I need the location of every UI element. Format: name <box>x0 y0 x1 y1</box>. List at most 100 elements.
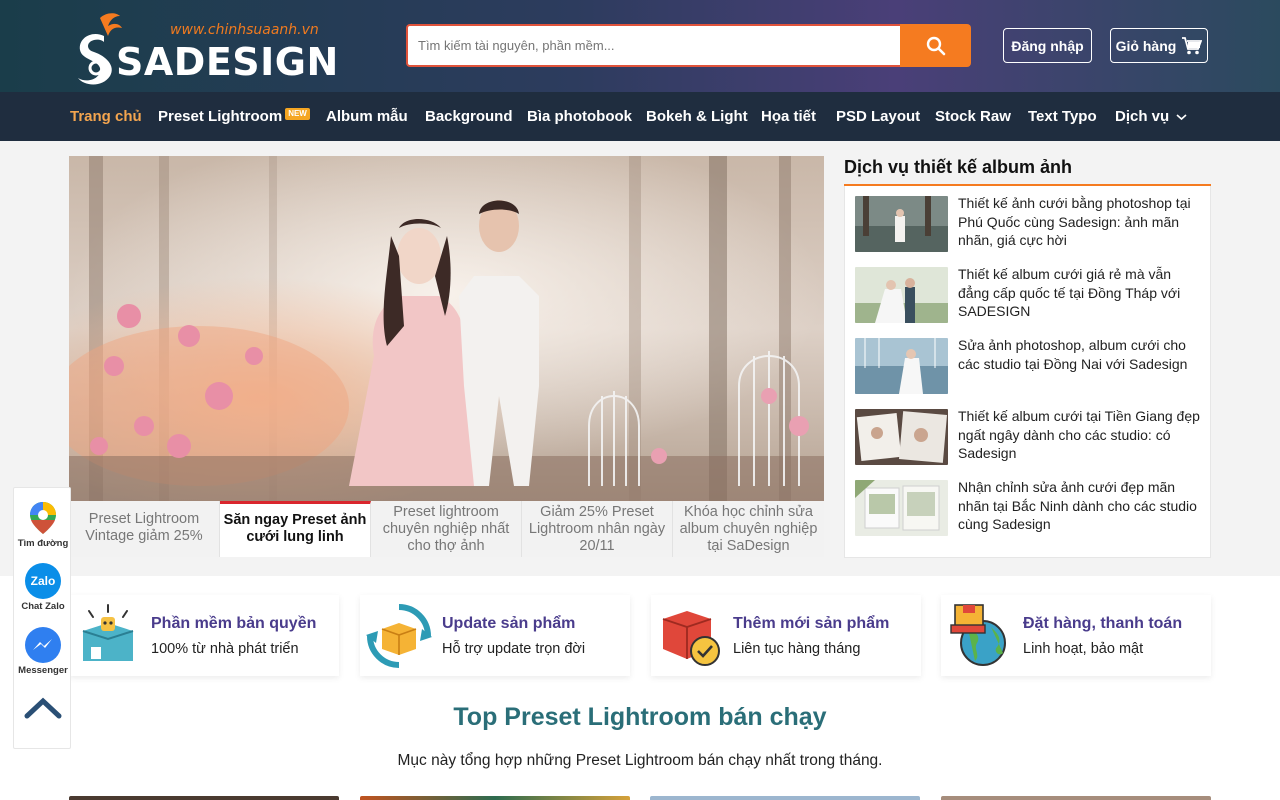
article-thumbnail <box>855 267 948 323</box>
zalo-icon-text: Zalo <box>30 574 56 588</box>
product-card[interactable] <box>69 796 339 800</box>
slider-tab[interactable]: Preset Lightroom Vintage giảm 25% <box>69 501 220 557</box>
nav-item-stock-raw[interactable]: Stock Raw <box>935 92 1011 141</box>
feature-text: Update sản phẩm Hỗ trợ update trọn đời <box>442 615 585 657</box>
software-box-icon <box>82 603 134 661</box>
zalo-label: Chat Zalo <box>21 601 65 612</box>
sidebar-title: Dịch vụ thiết kế album ảnh <box>844 154 1211 186</box>
slider-tab-label: Preset Lightroom Vintage giảm 25% <box>85 511 203 544</box>
nav-item-text-typo[interactable]: Text Typo <box>1028 92 1097 141</box>
feature-text: Thêm mới sản phẩm Liên tục hàng tháng <box>733 615 889 657</box>
main-nav: Trang chủ Preset Lightroom NEW Album mẫu … <box>0 92 1280 141</box>
nav-item-dich-vu[interactable]: Dịch vụ <box>1115 92 1187 141</box>
nav-item-psd-layout[interactable]: PSD Layout <box>836 92 920 141</box>
search-button[interactable] <box>900 24 971 67</box>
logo-text: SADESIGN <box>116 40 339 84</box>
zalo-chat-button[interactable]: Zalo Chat Zalo <box>14 563 72 612</box>
feature-card: Update sản phẩm Hỗ trợ update trọn đời <box>360 595 630 676</box>
feature-subtitle: Linh hoạt, bảo mật <box>1023 640 1144 657</box>
search-input[interactable] <box>406 24 900 67</box>
product-card[interactable] <box>650 796 920 800</box>
nav-label: Dịch vụ <box>1115 108 1170 125</box>
sidebar-article[interactable]: Sửa ảnh photoshop, album cưới cho các st… <box>855 337 1200 409</box>
slider-tab[interactable]: Preset lightroom chuyên nghiệp nhất cho … <box>371 501 522 557</box>
article-title: Thiết kế album cưới giá rẻ mà vẫn đẳng c… <box>958 266 1181 319</box>
feature-title: Thêm mới sản phẩm <box>733 614 890 632</box>
nav-item-preset-lightroom[interactable]: Preset Lightroom NEW <box>158 92 310 141</box>
section-title: Top Preset Lightroom bán chạy <box>453 703 827 731</box>
cart-button[interactable]: Giỏ hàng <box>1110 28 1208 63</box>
article-thumbnail <box>855 196 948 252</box>
global-order-icon <box>950 603 1006 666</box>
new-product-icon <box>662 610 720 666</box>
header: www.chinhsuaanh.vn SADESIGN Đăng nhập Gi… <box>0 0 1280 92</box>
slider-tabs: Preset Lightroom Vintage giảm 25% Săn ng… <box>69 501 824 557</box>
slider-tab-label: Preset lightroom chuyên nghiệp nhất cho … <box>382 504 510 554</box>
login-label: Đăng nhập <box>1011 37 1084 54</box>
article-thumbnail <box>855 338 948 394</box>
nav-item-album-mau[interactable]: Album mẫu <box>326 92 408 141</box>
messenger-icon <box>25 627 61 663</box>
scroll-top-button[interactable] <box>14 696 72 720</box>
feature-subtitle: 100% từ nhà phát triển <box>151 640 299 657</box>
cart-icon <box>1182 36 1203 54</box>
floating-contact-bar: Tìm đường Zalo Chat Zalo Messenger <box>13 487 71 749</box>
feature-text: Đặt hàng, thanh toán Linh hoạt, bảo mật <box>1023 615 1182 657</box>
product-card[interactable] <box>360 796 630 800</box>
feature-subtitle: Hỗ trợ update trọn đời <box>442 640 586 657</box>
map-directions-button[interactable]: Tìm đường <box>14 500 72 549</box>
wedding-photo <box>69 156 824 501</box>
search-icon <box>926 36 945 55</box>
nav-label: Stock Raw <box>935 108 1011 125</box>
nav-label: Album mẫu <box>326 108 408 125</box>
login-button[interactable]: Đăng nhập <box>1003 28 1092 63</box>
cart-label: Giỏ hàng <box>1115 37 1177 54</box>
messenger-label: Messenger <box>18 665 68 676</box>
google-maps-icon <box>30 502 56 534</box>
zalo-icon: Zalo <box>25 563 61 599</box>
slider-tab[interactable]: Giảm 25% Preset Lightroom nhân ngày 20/1… <box>522 501 673 557</box>
sidebar-article[interactable]: Thiết kế album cưới tại Tiền Giang đẹp n… <box>855 408 1200 480</box>
nav-label: Họa tiết <box>761 108 817 125</box>
feature-text: Phần mềm bản quyền 100% từ nhà phát triể… <box>151 615 316 657</box>
nav-label: Bokeh & Light <box>646 108 748 125</box>
sidebar-article[interactable]: Nhận chỉnh sửa ảnh cưới đẹp mãn nhãn tại… <box>855 479 1200 551</box>
nav-item-home[interactable]: Trang chủ <box>70 92 142 141</box>
nav-label: Bìa photobook <box>527 108 632 125</box>
feature-card: Phần mềm bản quyền 100% từ nhà phát triể… <box>69 595 339 676</box>
article-thumbnail <box>855 480 948 536</box>
nav-item-background[interactable]: Background <box>425 92 513 141</box>
sidebar-list: Thiết kế ảnh cưới bằng photoshop tại Phú… <box>844 186 1211 558</box>
nav-item-hoa-tiet[interactable]: Họa tiết <box>761 92 816 141</box>
nav-label: Preset Lightroom <box>158 108 283 125</box>
nav-label: Background <box>425 108 513 125</box>
album-service-sidebar: Dịch vụ thiết kế album ảnh Thiết kế ảnh … <box>844 154 1211 558</box>
article-thumbnail <box>855 409 948 465</box>
product-card[interactable] <box>941 796 1211 800</box>
slider-tab-label: Săn ngay Preset ảnh cưới lung linh <box>223 512 367 545</box>
messenger-button[interactable]: Messenger <box>14 627 72 676</box>
new-badge: NEW <box>285 108 310 120</box>
feature-card: Thêm mới sản phẩm Liên tục hàng tháng <box>651 595 921 676</box>
slider-tab-active[interactable]: Săn ngay Preset ảnh cưới lung linh <box>220 501 371 557</box>
article-title: Sửa ảnh photoshop, album cưới cho các st… <box>958 337 1188 372</box>
feature-card: Đặt hàng, thanh toán Linh hoạt, bảo mật <box>941 595 1211 676</box>
update-box-icon <box>366 603 432 668</box>
slider-tab-label: Giảm 25% Preset Lightroom nhân ngày 20/1… <box>528 504 666 554</box>
slider-tab-label: Khóa học chỉnh sửa album chuyên nghiệp t… <box>679 504 818 554</box>
nav-label: PSD Layout <box>836 108 921 125</box>
nav-item-bia-photobook[interactable]: Bìa photobook <box>527 92 632 141</box>
site-logo[interactable]: www.chinhsuaanh.vn SADESIGN <box>70 6 338 88</box>
feature-title: Phần mềm bản quyền <box>151 614 317 632</box>
article-title: Thiết kế album cưới tại Tiền Giang đẹp n… <box>958 408 1200 461</box>
sidebar-article[interactable]: Thiết kế ảnh cưới bằng photoshop tại Phú… <box>855 195 1200 267</box>
article-title: Thiết kế ảnh cưới bằng photoshop tại Phú… <box>958 195 1191 248</box>
nav-label: Text Typo <box>1028 108 1097 125</box>
sidebar-article[interactable]: Thiết kế album cưới giá rẻ mà vẫn đẳng c… <box>855 266 1200 338</box>
article-title: Nhận chỉnh sửa ảnh cưới đẹp mãn nhãn tại… <box>958 479 1197 532</box>
slider-tab[interactable]: Khóa học chỉnh sửa album chuyên nghiệp t… <box>673 501 824 557</box>
hero-slider[interactable] <box>69 156 824 501</box>
nav-item-bokeh-light[interactable]: Bokeh & Light <box>646 92 748 141</box>
features-row: Phần mềm bản quyền 100% từ nhà phát triể… <box>69 595 1211 676</box>
map-label: Tìm đường <box>17 538 69 549</box>
